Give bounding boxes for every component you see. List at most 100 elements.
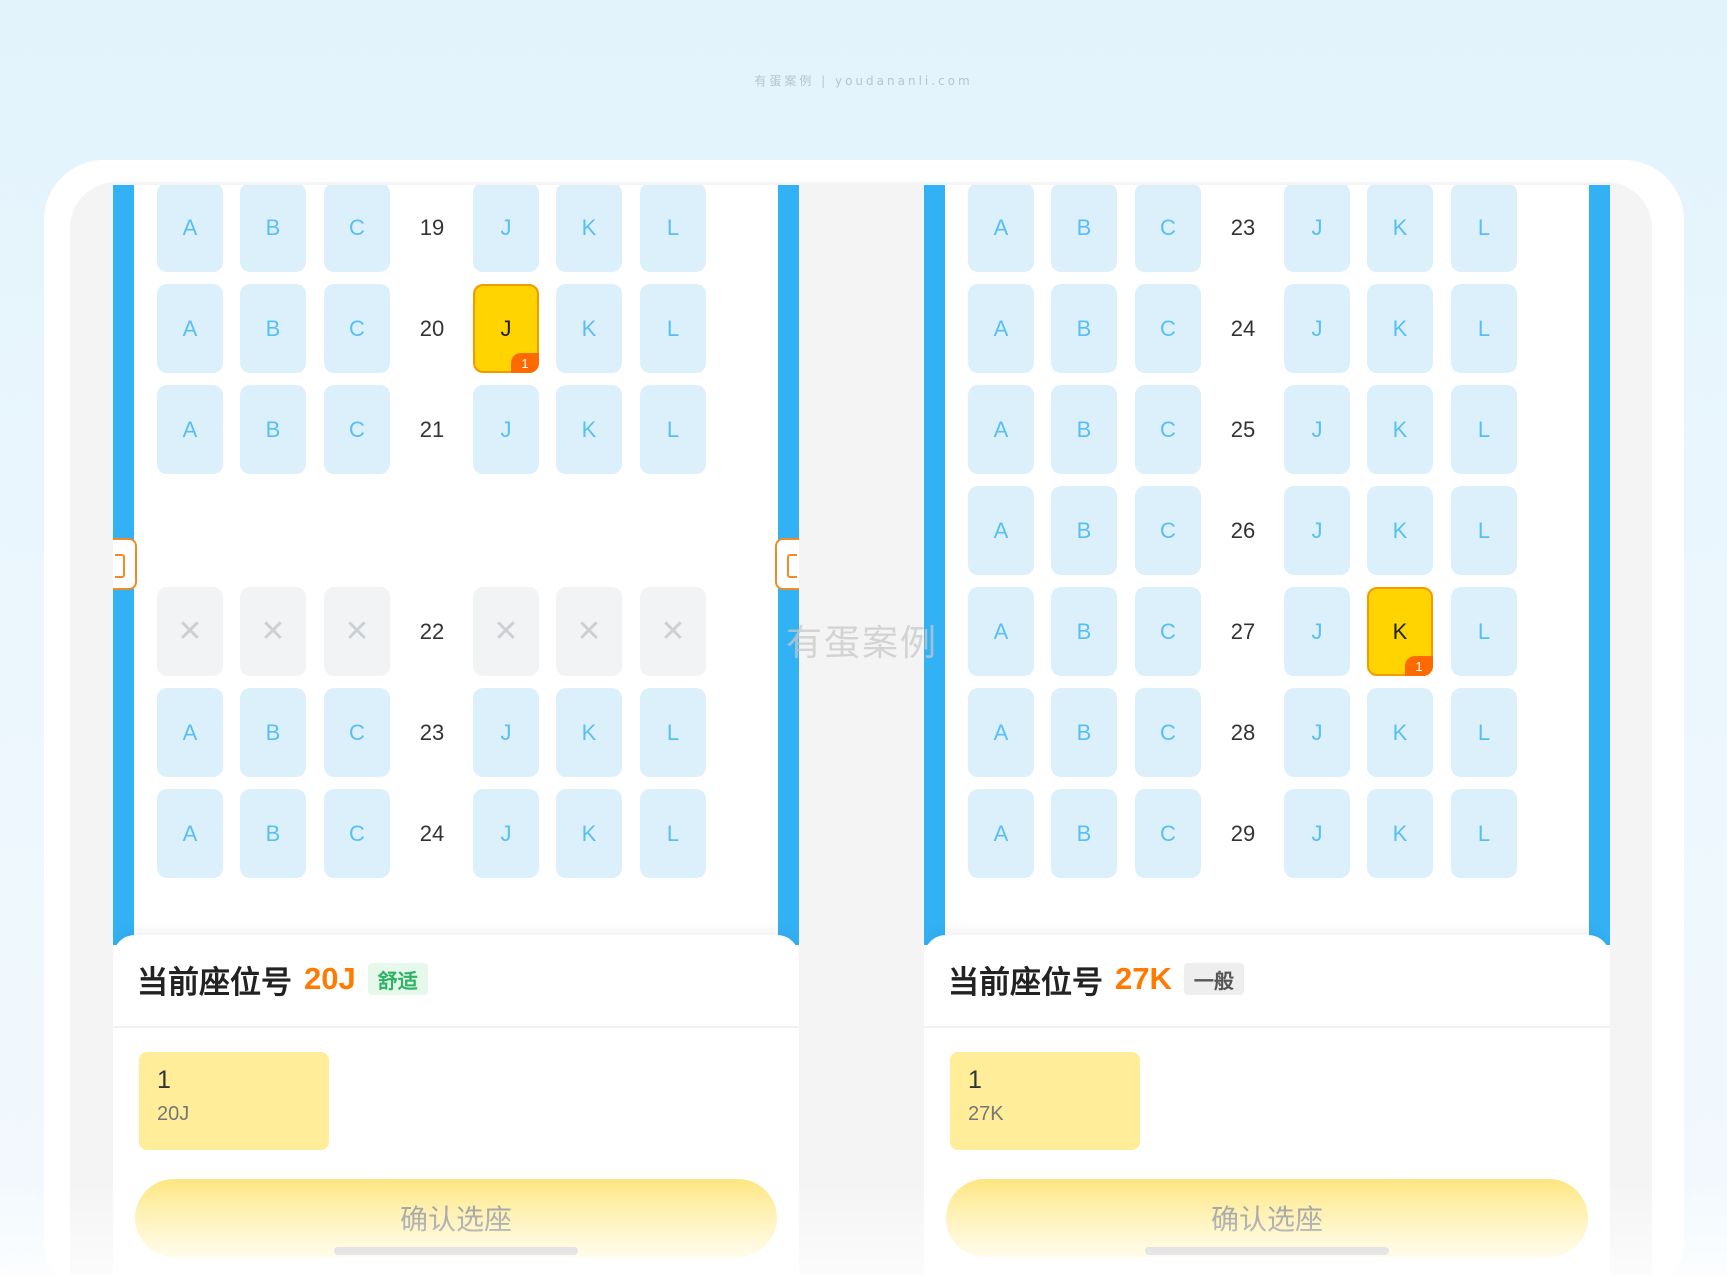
seat-available[interactable]: J bbox=[473, 789, 539, 878]
seat-map-panel-right: A B C J K L 23 A B C J K L 24 A B C J K L 25 A B C J K L 26 A B C J K 1 L 2… bbox=[924, 185, 1610, 1275]
row-number: 23 bbox=[419, 720, 445, 745]
seat-unavailable-icon: ✕ bbox=[324, 587, 390, 676]
seat-available[interactable]: B bbox=[1051, 486, 1117, 575]
seat-map-panel-left: A B C J K L 19 A B C J 1 K L 20 A B C J K L 21 ✕ ✕ ✕ ✕ ✕ ✕ 22 A B C J K L 2… bbox=[113, 185, 799, 1275]
sheet-title: 当前座位号 bbox=[137, 964, 292, 1000]
seat-available[interactable]: K bbox=[1367, 185, 1433, 272]
passenger-card[interactable]: 1 20J bbox=[139, 1052, 329, 1150]
seat-available[interactable]: K bbox=[1367, 486, 1433, 575]
watermark-top: 有蛋案例 | youdananli.com bbox=[754, 74, 973, 88]
seat-available[interactable]: K bbox=[1367, 688, 1433, 777]
seat-available[interactable]: L bbox=[1451, 185, 1517, 272]
seat-available[interactable]: B bbox=[240, 789, 306, 878]
seat-available[interactable]: L bbox=[1451, 688, 1517, 777]
passenger-number: 1 bbox=[157, 1066, 171, 1094]
seat-selected[interactable]: J1 bbox=[473, 284, 539, 373]
cabin-wall-right bbox=[1589, 185, 1610, 945]
seat-available[interactable]: C bbox=[1135, 284, 1201, 373]
seat-unavailable-icon: ✕ bbox=[640, 587, 706, 676]
seat-available[interactable]: B bbox=[1051, 284, 1117, 373]
seat-available[interactable]: K bbox=[556, 789, 622, 878]
seat-available[interactable]: K bbox=[556, 185, 622, 272]
seat-available[interactable]: J bbox=[1284, 185, 1350, 272]
seat-available[interactable]: B bbox=[1051, 385, 1117, 474]
seat-available[interactable]: C bbox=[324, 284, 390, 373]
seat-available[interactable]: J bbox=[1284, 587, 1350, 676]
seat-available[interactable]: K bbox=[556, 385, 622, 474]
seat-available[interactable]: C bbox=[324, 688, 390, 777]
seat-available[interactable]: C bbox=[1135, 587, 1201, 676]
confirm-seat-button[interactable]: 确认选座 bbox=[135, 1179, 777, 1257]
seat-class-tag: 舒适 bbox=[367, 963, 428, 995]
seat-available[interactable]: B bbox=[1051, 789, 1117, 878]
seat-available[interactable]: A bbox=[968, 587, 1034, 676]
seat-available[interactable]: A bbox=[157, 789, 223, 878]
seat-available[interactable]: J bbox=[473, 185, 539, 272]
seat-available[interactable]: J bbox=[1284, 284, 1350, 373]
seat-available[interactable]: K bbox=[1367, 789, 1433, 878]
confirm-seat-button[interactable]: 确认选座 bbox=[946, 1179, 1588, 1257]
seat-available[interactable]: K bbox=[556, 284, 622, 373]
seat-available[interactable]: A bbox=[968, 284, 1034, 373]
seat-available[interactable]: C bbox=[1135, 385, 1201, 474]
seat-available[interactable]: C bbox=[1135, 185, 1201, 272]
seat-available[interactable]: A bbox=[157, 385, 223, 474]
seat-available[interactable]: A bbox=[968, 486, 1034, 575]
row-number: 22 bbox=[419, 619, 445, 644]
seat-available[interactable]: B bbox=[1051, 185, 1117, 272]
seat-available[interactable]: K bbox=[556, 688, 622, 777]
seat-class-tag: 一般 bbox=[1183, 963, 1244, 995]
row-number: 21 bbox=[419, 417, 445, 442]
seat-available[interactable]: B bbox=[240, 385, 306, 474]
row-number: 25 bbox=[1230, 417, 1256, 442]
seat-available[interactable]: K bbox=[1367, 385, 1433, 474]
seat-available[interactable]: B bbox=[240, 688, 306, 777]
seat-available[interactable]: L bbox=[640, 284, 706, 373]
divider bbox=[924, 1026, 1610, 1028]
seat-available[interactable]: C bbox=[1135, 688, 1201, 777]
seat-available[interactable]: L bbox=[1451, 284, 1517, 373]
seat-available[interactable]: L bbox=[1451, 587, 1517, 676]
seat-selected[interactable]: K1 bbox=[1367, 587, 1433, 676]
seat-available[interactable]: A bbox=[968, 385, 1034, 474]
seat-available[interactable]: J bbox=[1284, 688, 1350, 777]
seat-available[interactable]: A bbox=[968, 789, 1034, 878]
seat-available[interactable]: J bbox=[473, 688, 539, 777]
selection-sheet: 当前座位号 20J 舒适 1 20J 确认选座 bbox=[113, 935, 799, 1275]
selection-sheet: 当前座位号 27K 一般 1 27K 确认选座 bbox=[924, 935, 1610, 1275]
current-seat-number: 20J bbox=[304, 961, 356, 996]
seat-available[interactable]: J bbox=[473, 385, 539, 474]
passenger-seat: 20J bbox=[157, 1103, 190, 1125]
seat-available[interactable]: A bbox=[157, 284, 223, 373]
row-number: 27 bbox=[1230, 619, 1256, 644]
seat-available[interactable]: A bbox=[968, 688, 1034, 777]
seat-available[interactable]: J bbox=[1284, 789, 1350, 878]
seat-unavailable-icon: ✕ bbox=[473, 587, 539, 676]
seat-available[interactable]: L bbox=[640, 688, 706, 777]
seat-available[interactable]: C bbox=[1135, 789, 1201, 878]
seat-available[interactable]: C bbox=[1135, 486, 1201, 575]
seat-available[interactable]: K bbox=[1367, 284, 1433, 373]
seat-available[interactable]: L bbox=[640, 385, 706, 474]
row-number: 29 bbox=[1230, 821, 1256, 846]
seat-available[interactable]: A bbox=[157, 688, 223, 777]
seat-available[interactable]: A bbox=[968, 185, 1034, 272]
seat-available[interactable]: C bbox=[324, 185, 390, 272]
passenger-card[interactable]: 1 27K bbox=[950, 1052, 1140, 1150]
seat-available[interactable]: C bbox=[324, 789, 390, 878]
seat-available[interactable]: B bbox=[240, 185, 306, 272]
row-number: 26 bbox=[1230, 518, 1256, 543]
seat-available[interactable]: A bbox=[157, 185, 223, 272]
seat-available[interactable]: L bbox=[640, 185, 706, 272]
seat-available[interactable]: L bbox=[640, 789, 706, 878]
seat-available[interactable]: B bbox=[240, 284, 306, 373]
seat-available[interactable]: B bbox=[1051, 587, 1117, 676]
seat-available[interactable]: L bbox=[1451, 486, 1517, 575]
cabin-wall-left bbox=[924, 185, 945, 945]
seat-available[interactable]: L bbox=[1451, 789, 1517, 878]
seat-available[interactable]: B bbox=[1051, 688, 1117, 777]
seat-available[interactable]: J bbox=[1284, 486, 1350, 575]
seat-available[interactable]: L bbox=[1451, 385, 1517, 474]
seat-available[interactable]: J bbox=[1284, 385, 1350, 474]
seat-available[interactable]: C bbox=[324, 385, 390, 474]
